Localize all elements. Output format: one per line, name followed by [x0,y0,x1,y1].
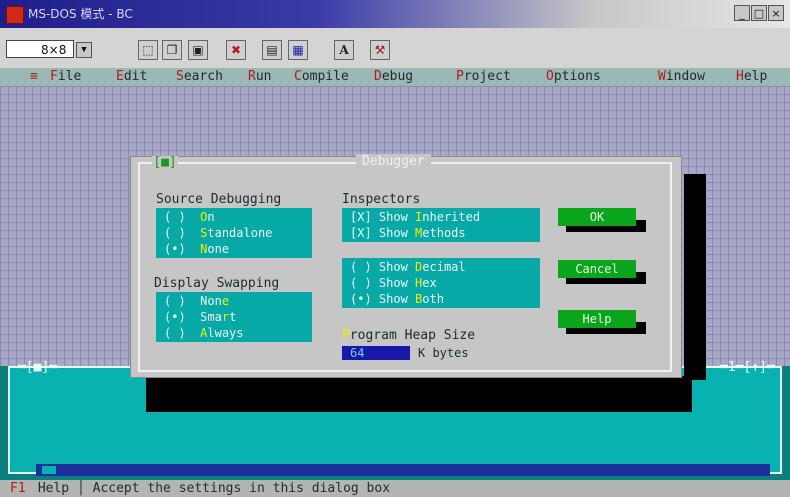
status-help-key[interactable]: F1 [10,481,26,496]
dialog-title: Debugger [356,154,431,169]
help-button[interactable]: Help [558,310,636,328]
properties-icon[interactable]: ▤ [262,40,282,60]
show-both-radio[interactable]: (•) Show Both [350,292,444,306]
display-swapping-smart-radio[interactable]: (•) Smart [164,310,236,324]
maximize-button[interactable]: □ [751,5,767,21]
menu-compile[interactable]: Compile [294,70,349,84]
display-swapping-label: Display Swapping [154,276,280,291]
edit-window-close-frame[interactable]: ═[■]═ [18,360,57,375]
edit-window-number-frame[interactable]: ═1═[↑]═ [720,360,775,375]
font-icon[interactable]: A [334,40,354,60]
scrollbar-thumb[interactable] [42,466,56,474]
source-debugging-standalone-radio[interactable]: ( ) Standalone [164,226,272,240]
window-title: MS-DOS 模式 - BC [28,7,133,21]
menu-window[interactable]: Window [658,70,705,84]
display-swapping-always-radio[interactable]: ( ) Always [164,326,244,340]
dialog-shadow-right [684,174,706,380]
close-button[interactable]: × [768,5,784,21]
cancel-button[interactable]: Cancel [558,260,636,278]
paste-icon[interactable]: ▣ [188,40,208,60]
menu-edit[interactable]: Edit [116,70,147,84]
mark-icon[interactable]: ⬚ [138,40,158,60]
show-methods-checkbox[interactable]: [X] Show Methods [350,226,466,240]
inspectors-label: Inspectors [342,192,421,207]
source-debugging-label: Source Debugging [156,192,282,207]
font-size-dropdown-icon[interactable]: ▼ [76,42,92,58]
full-screen-icon[interactable]: ✖ [226,40,246,60]
menu-help[interactable]: Help [736,70,767,84]
extra-icon[interactable]: ⚒ [370,40,390,60]
minimize-button[interactable]: _ [734,5,750,21]
dialog-shadow-bottom [146,376,692,412]
toolbar [0,28,790,69]
menu-options[interactable]: Options [546,70,601,84]
show-decimal-radio[interactable]: ( ) Show Decimal [350,260,466,274]
menu-project[interactable]: Project [456,70,511,84]
source-debugging-on-radio[interactable]: ( ) On [164,210,215,224]
menu-file[interactable]: File [50,70,81,84]
status-text: Help │ Accept the settings in this dialo… [30,481,391,496]
program-heap-size-input[interactable]: 64 [342,346,410,360]
menu-run[interactable]: Run [248,70,271,84]
menu-debug[interactable]: Debug [374,70,413,84]
system-menu[interactable]: ≡ [30,70,38,84]
font-size-select[interactable]: 8×8 [6,40,74,58]
horizontal-scrollbar[interactable] [36,464,770,476]
source-debugging-none-radio[interactable]: (•) None [164,242,229,256]
display-swapping-none-radio[interactable]: ( ) None [164,294,229,308]
app-icon[interactable] [6,6,24,24]
ok-button[interactable]: OK [558,208,636,226]
heap-unit-label: K bytes [418,346,469,360]
copy-icon[interactable]: ❐ [162,40,182,60]
menu-search[interactable]: Search [176,70,223,84]
show-hex-radio[interactable]: ( ) Show Hex [350,276,437,290]
program-heap-size-label: Program Heap Size [342,328,476,343]
show-inherited-checkbox[interactable]: [X] Show Inherited [350,210,480,224]
dialog-close-button[interactable]: [■] [152,156,178,170]
background-icon[interactable]: ▦ [288,40,308,60]
